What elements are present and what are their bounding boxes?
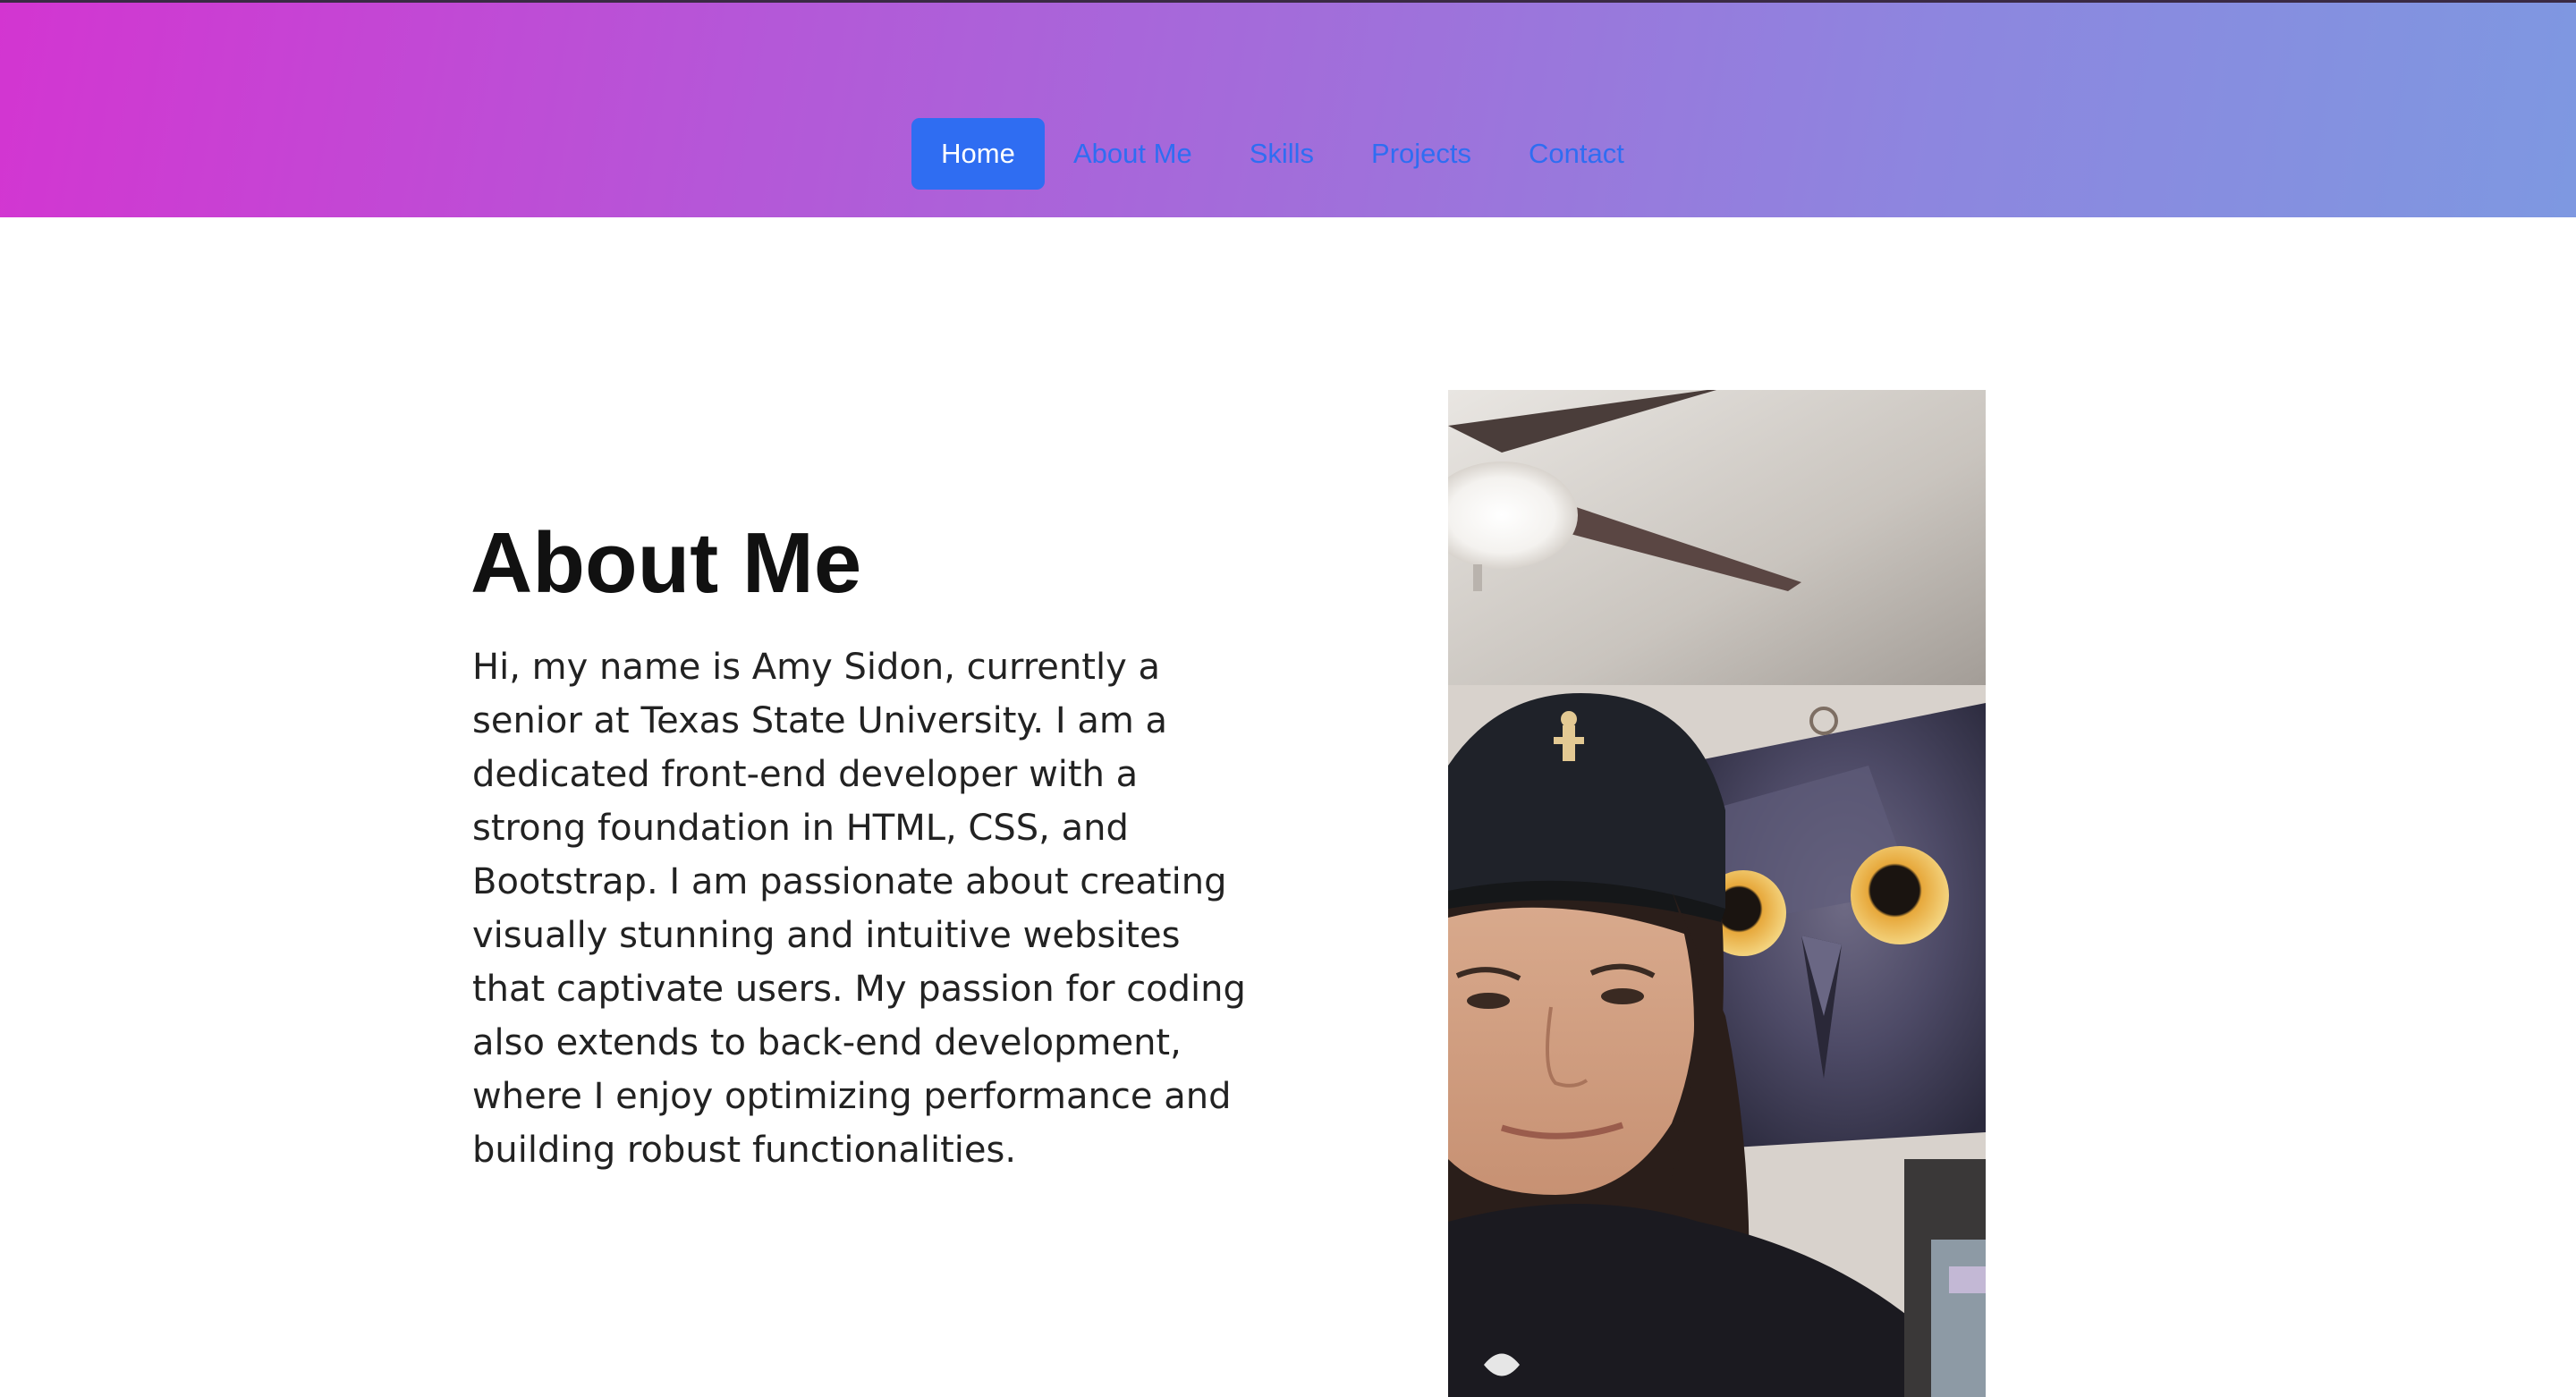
nav-about-link[interactable]: About Me xyxy=(1073,118,1192,190)
profile-photo xyxy=(1448,390,1986,1397)
nav-projects-link[interactable]: Projects xyxy=(1371,118,1471,190)
about-paragraph: Hi, my name is Amy Sidon, currently a se… xyxy=(472,647,1246,1171)
profile-photo-image xyxy=(1448,390,1986,1397)
main-nav: Home About Me Skills Projects Contact xyxy=(911,118,1624,190)
about-heading: About Me xyxy=(470,515,862,611)
nav-home-link[interactable]: Home xyxy=(911,118,1045,190)
nav-skills-link[interactable]: Skills xyxy=(1250,118,1314,190)
top-border xyxy=(0,0,2576,3)
nav-contact-link[interactable]: Contact xyxy=(1529,118,1624,190)
